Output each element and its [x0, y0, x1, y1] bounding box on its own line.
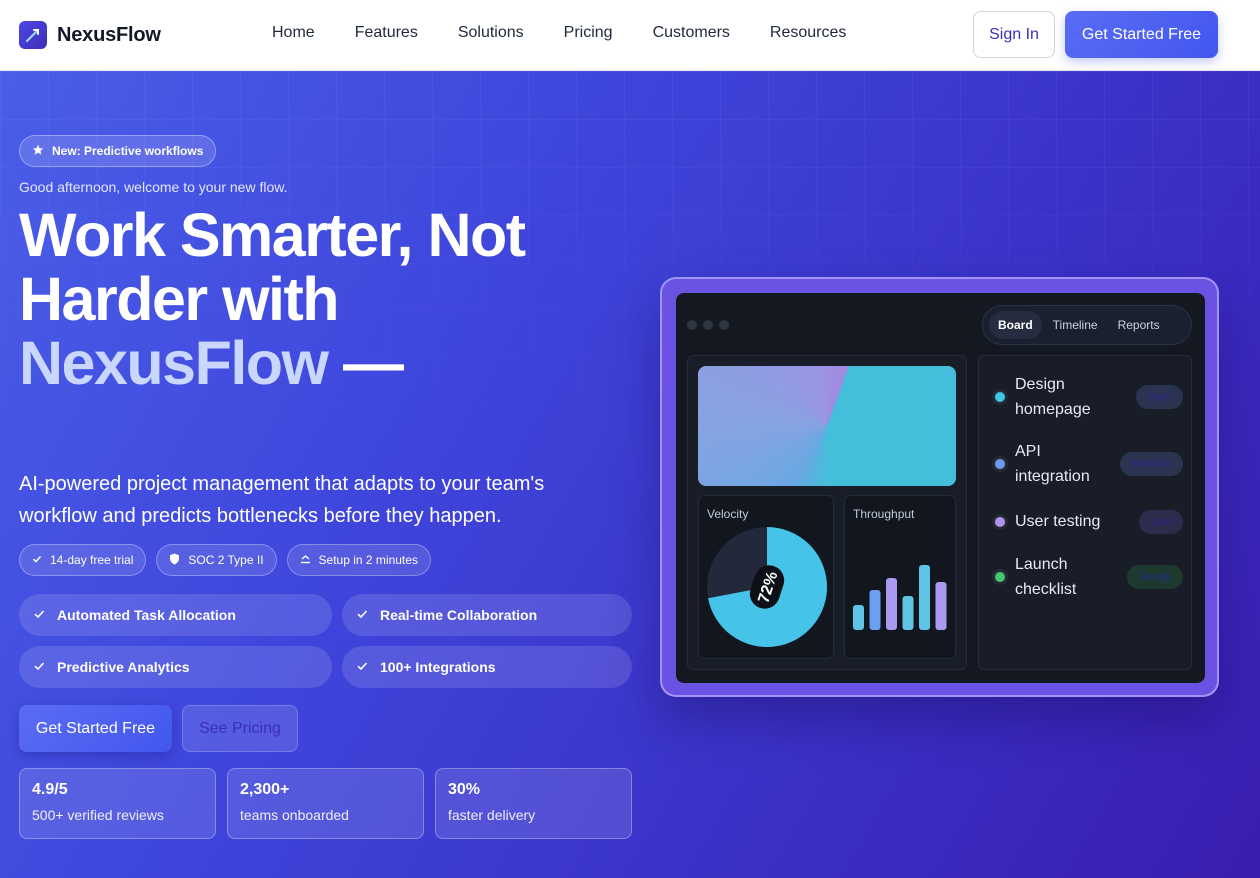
dashboard-tabs: Board Timeline Reports: [982, 305, 1192, 345]
stat-card: 2,300+ teams onboarded: [227, 768, 424, 839]
nav-features[interactable]: Features: [355, 24, 418, 42]
trial-pill: 14-day free trial: [19, 544, 147, 576]
check-icon: [33, 607, 45, 623]
task-status-dot: [995, 392, 1005, 402]
upload-icon: [300, 553, 311, 567]
brand-name: NexusFlow: [57, 23, 161, 46]
pill-label: SOC 2 Type II: [188, 553, 264, 567]
window-controls: [687, 320, 729, 330]
stat-label: faster delivery: [448, 807, 536, 823]
tab-board[interactable]: Board: [989, 311, 1042, 339]
nav-customers[interactable]: Customers: [653, 24, 730, 42]
pill-label: 14-day free trial: [50, 553, 134, 567]
feature-item[interactable]: Automated Task Allocation: [19, 594, 332, 636]
window-dot: [687, 320, 697, 330]
task-item[interactable]: User testing Low: [995, 509, 1183, 534]
pill-label: Setup in 2 minutes: [318, 553, 418, 567]
setup-pill: Setup in 2 minutes: [286, 544, 431, 576]
feature-label: Predictive Analytics: [57, 659, 190, 675]
hero-subtitle: AI-powered project management that adapt…: [19, 473, 545, 527]
main-nav: Home Features Solutions Pricing Customer…: [272, 24, 886, 42]
check-icon: [356, 659, 368, 675]
check-icon: [356, 607, 368, 623]
stat-label: 500+ verified reviews: [32, 807, 164, 823]
logo-icon: [19, 21, 47, 49]
feature-label: Automated Task Allocation: [57, 607, 236, 623]
feature-item[interactable]: Real-time Collaboration: [342, 594, 632, 636]
throughput-bar: [919, 565, 930, 630]
window-dot: [719, 320, 729, 330]
check-icon: [32, 553, 42, 567]
badge-label: New: Predictive workflows: [52, 144, 204, 158]
gradient-banner: [698, 366, 956, 486]
dashboard-preview: Board Timeline Reports Velocity 72% Thro…: [660, 277, 1219, 697]
hero-headline: Work Smarter, Not Harder with NexusFlow …: [19, 203, 639, 395]
throughput-chart: [853, 565, 947, 630]
site-header: NexusFlow Home Features Solutions Pricin…: [0, 0, 1260, 71]
throughput-bar: [902, 596, 914, 630]
trust-pills: 14-day free trial SOC 2 Type II Setup in…: [19, 544, 431, 576]
nav-solutions[interactable]: Solutions: [458, 24, 524, 42]
check-icon: [33, 659, 45, 675]
headline-line-1: Work Smarter, Not: [19, 201, 526, 269]
greeting-text: Good afternoon, welcome to your new flow…: [19, 179, 288, 195]
stat-value: 30%: [448, 781, 481, 798]
get-started-button[interactable]: Get Started Free: [19, 705, 172, 752]
task-list-panel: Design homepage High API integration Med…: [978, 355, 1192, 670]
stat-value: 4.9/5: [32, 781, 68, 798]
window-dot: [703, 320, 713, 330]
task-name: User testing: [1015, 513, 1101, 530]
nav-resources[interactable]: Resources: [770, 24, 846, 42]
task-status-dot: [995, 516, 1005, 527]
task-status-dot: [995, 459, 1005, 469]
see-pricing-button[interactable]: See Pricing: [182, 705, 298, 752]
feature-item[interactable]: 100+ Integrations: [342, 646, 632, 688]
feature-label: 100+ Integrations: [380, 659, 496, 675]
stat-value: 2,300+: [240, 781, 290, 798]
throughput-bar: [853, 605, 864, 630]
soc2-pill: SOC 2 Type II: [156, 544, 277, 576]
velocity-chart: 72%: [707, 527, 827, 647]
throughput-bar: [935, 582, 947, 630]
tab-reports[interactable]: Reports: [1109, 311, 1169, 339]
shield-icon: [169, 553, 180, 568]
feature-label: Real-time Collaboration: [380, 607, 538, 623]
throughput-bar: [886, 578, 897, 630]
logo[interactable]: NexusFlow: [19, 21, 161, 49]
task-item[interactable]: Launch checklist Ready: [995, 552, 1183, 602]
new-feature-badge[interactable]: New: Predictive workflows: [19, 135, 217, 167]
priority-tag: Low: [1138, 509, 1183, 534]
stat-card: 30% faster delivery: [435, 768, 632, 839]
throughput-bar: [869, 590, 881, 630]
stats-row: 4.9/5 500+ verified reviews 2,300+ teams…: [19, 768, 632, 839]
priority-tag: Medium: [1119, 452, 1183, 476]
task-name: Launch checklist: [1015, 556, 1077, 598]
stat-label: teams onboarded: [240, 807, 349, 823]
headline-suffix: —: [342, 329, 404, 397]
header-get-started-button[interactable]: Get Started Free: [1065, 11, 1218, 58]
hero-section: New: Predictive workflows Good afternoon…: [0, 71, 1260, 878]
priority-tag: Ready: [1127, 565, 1183, 589]
priority-tag: High: [1136, 385, 1183, 409]
nav-pricing[interactable]: Pricing: [564, 24, 613, 42]
task-item[interactable]: API integration Medium: [995, 439, 1183, 489]
sign-in-button[interactable]: Sign In: [973, 11, 1055, 58]
analytics-panel: Velocity 72% Throughput: [687, 355, 967, 670]
task-name: Design homepage: [1015, 376, 1091, 418]
headline-line-2: Harder with: [19, 265, 340, 333]
velocity-card: Velocity 72%: [698, 495, 834, 659]
headline-accent: NexusFlow: [19, 329, 329, 397]
feature-item[interactable]: Predictive Analytics: [19, 646, 332, 688]
tab-timeline[interactable]: Timeline: [1044, 311, 1107, 339]
feature-list: Automated Task Allocation Real-time Coll…: [19, 594, 632, 688]
task-item[interactable]: Design homepage High: [995, 372, 1183, 422]
star-icon: [32, 144, 44, 159]
dashboard-screen: Board Timeline Reports Velocity 72% Thro…: [676, 293, 1205, 683]
task-status-dot: [995, 572, 1005, 582]
stat-card: 4.9/5 500+ verified reviews: [19, 768, 216, 839]
nav-home[interactable]: Home: [272, 24, 315, 42]
throughput-card: Throughput: [844, 495, 956, 659]
task-name: API integration: [1015, 443, 1090, 485]
